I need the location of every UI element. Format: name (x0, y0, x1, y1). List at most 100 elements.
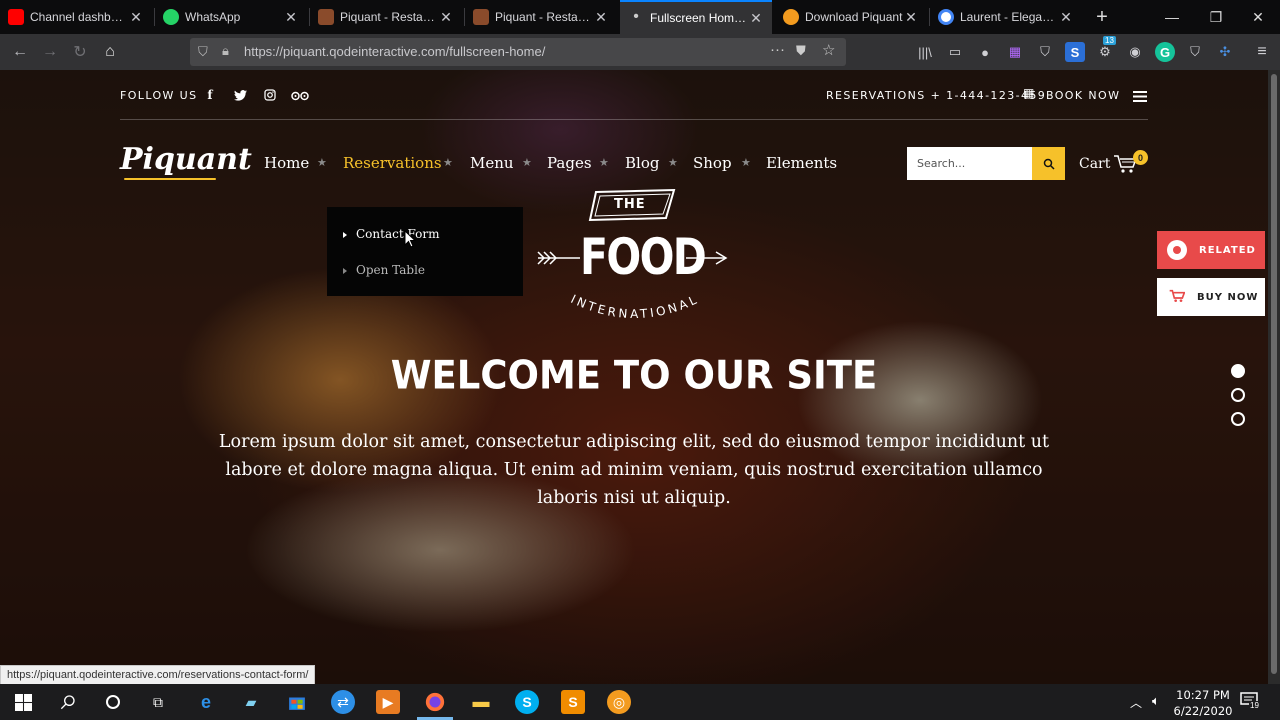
tab-title: Laurent - Elegant Re (960, 10, 1058, 24)
piquant-favicon (318, 9, 334, 25)
extension-icon[interactable]: ▦ (1005, 42, 1025, 62)
sublime-icon[interactable]: S (561, 690, 585, 714)
twitter-icon[interactable] (232, 87, 248, 103)
restore-icon[interactable]: ❐ (1194, 0, 1238, 34)
firefox-icon[interactable] (423, 690, 447, 714)
tab-title: Channel dashboard – YouTube (30, 10, 128, 24)
extension-icon[interactable]: ⛉ (1185, 42, 1205, 62)
search-icon[interactable] (56, 690, 80, 714)
logo-underline (124, 178, 216, 180)
extension-icon[interactable]: ✣ (1215, 42, 1235, 62)
book-now-link[interactable]: BOOK NOW (1046, 89, 1120, 102)
extension-icon[interactable]: ⚙ 13 (1095, 36, 1116, 62)
menu-item-reservations[interactable]: Reservations (343, 154, 442, 172)
youtube-icon (8, 9, 24, 25)
close-icon[interactable]: ✕ (128, 9, 144, 26)
tab-fullscreen-home[interactable]: • Fullscreen Home – P ✕ (620, 0, 772, 34)
windows-start-icon[interactable] (11, 690, 35, 714)
app-icon[interactable]: ▰ (239, 690, 263, 714)
star-icon: ★ (668, 157, 678, 169)
home-icon[interactable]: ⌂ (97, 40, 123, 64)
media-player-icon[interactable]: ▶ (376, 690, 400, 714)
new-tab-plus-icon[interactable]: + (1080, 0, 1124, 34)
bookmark-star-icon[interactable]: ☆ (822, 41, 835, 59)
tab-whatsapp[interactable]: WhatsApp ✕ (155, 0, 307, 34)
extension-icon[interactable]: S (1065, 42, 1085, 62)
tripadvisor-icon[interactable] (290, 87, 310, 103)
reload-icon[interactable]: ↻ (67, 40, 93, 64)
browser-nav-bar: ← → ↻ ⌂ ⛉ 🔒︎ https://piquant.qodeinterac… (0, 34, 1280, 70)
close-icon[interactable]: ✕ (438, 9, 454, 26)
svg-text:INTERNATIONAL: INTERNATIONAL (569, 292, 702, 321)
url-text: https://piquant.qodeinteractive.com/full… (244, 44, 546, 59)
tab-piquant-2[interactable]: Piquant - Restaurant ✕ (465, 0, 617, 34)
menu-item-menu[interactable]: Menu (470, 154, 514, 172)
notifications-icon[interactable]: 19 (1240, 692, 1264, 712)
star-icon: ★ (317, 157, 327, 169)
minimize-icon[interactable]: — (1150, 0, 1194, 34)
hamburger-menu-icon[interactable]: ≡ (1252, 42, 1272, 62)
window-close-icon[interactable]: ✕ (1236, 0, 1280, 34)
skype-icon[interactable]: S (515, 690, 539, 714)
menu-item-pages[interactable]: Pages (547, 154, 592, 172)
menu-item-home[interactable]: Home (264, 154, 309, 172)
buy-now-button[interactable]: BUY NOW (1157, 278, 1265, 316)
extension-badge: 13 (1103, 36, 1116, 45)
search-input[interactable] (907, 147, 1032, 180)
account-icon[interactable]: ● (975, 42, 995, 62)
url-bar[interactable]: ⛉ 🔒︎ https://piquant.qodeinteractive.com… (190, 38, 846, 66)
sidebar-icon[interactable]: ▭ (945, 42, 965, 62)
badge-international: INTERNATIONAL (569, 292, 702, 321)
close-icon[interactable]: ✕ (283, 9, 299, 26)
tab-laurent[interactable]: Laurent - Elegant Re ✕ (930, 0, 1082, 34)
menu-item-elements[interactable]: Elements (766, 154, 837, 172)
edge-icon[interactable]: e (194, 690, 218, 714)
tab-title: Piquant - Restaurant (340, 10, 438, 24)
page-scrollbar[interactable] (1268, 70, 1280, 684)
volume-icon[interactable]: 🔈︎ (1152, 693, 1160, 709)
store-icon[interactable] (285, 690, 309, 714)
close-icon[interactable]: ✕ (748, 10, 764, 27)
teamviewer-icon[interactable]: ⇄ (331, 690, 355, 714)
file-explorer-icon[interactable]: ▬ (469, 690, 493, 714)
piquant-favicon (473, 9, 489, 25)
menu-item-shop[interactable]: Shop (693, 154, 732, 172)
extension-icon[interactable]: ⛉ (1035, 42, 1055, 62)
dropdown-item-contact-form[interactable]: Contact Form (343, 227, 439, 241)
back-icon[interactable]: ← (7, 40, 33, 64)
tab-piquant-1[interactable]: Piquant - Restaurant ✕ (310, 0, 462, 34)
extension-icon[interactable]: ◉ (1125, 42, 1145, 62)
cortana-icon[interactable] (101, 690, 125, 714)
menu-item-blog[interactable]: Blog (625, 154, 659, 172)
hamburger-icon[interactable] (1133, 89, 1147, 102)
tab-youtube[interactable]: Channel dashboard – YouTube ✕ (0, 0, 152, 34)
app-icon[interactable]: ◎ (607, 690, 631, 714)
pocket-icon[interactable]: ⛊ (796, 43, 806, 59)
search-button[interactable] (1032, 147, 1065, 180)
library-icon[interactable]: |||\ (915, 42, 935, 62)
status-link-preview: https://piquant.qodeinteractive.com/rese… (0, 665, 316, 685)
forward-icon[interactable]: → (37, 40, 63, 64)
header-divider (120, 119, 1148, 120)
slide-dot-1[interactable] (1231, 364, 1245, 378)
caret-right-icon (343, 231, 347, 238)
cart-label[interactable]: Cart (1079, 156, 1110, 172)
reservations-phone[interactable]: RESERVATIONS + 1-444-123-459 (826, 89, 1046, 102)
close-icon[interactable]: ✕ (903, 9, 919, 26)
grammarly-icon[interactable]: G (1155, 42, 1175, 62)
reservations-dropdown: Contact Form Open Table (327, 207, 523, 296)
slide-dot-3[interactable] (1231, 412, 1245, 426)
task-view-icon[interactable]: ⧉ (146, 690, 170, 714)
chevron-up-icon[interactable]: ︿ (1130, 694, 1142, 711)
instagram-icon[interactable] (262, 87, 278, 103)
slide-dot-2[interactable] (1231, 388, 1245, 402)
related-button[interactable]: RELATED (1157, 231, 1265, 269)
dropdown-item-open-table[interactable]: Open Table (343, 263, 425, 277)
site-logo[interactable]: Piquant (120, 142, 252, 177)
taskbar-clock[interactable]: 10:27 PM 6/22/2020 (1172, 687, 1234, 719)
more-actions-icon[interactable]: ··· (770, 41, 785, 58)
close-icon[interactable]: ✕ (593, 9, 609, 26)
facebook-icon[interactable]: f (202, 87, 218, 103)
tab-download-piquant[interactable]: Download Piquant ✕ (775, 0, 927, 34)
close-icon[interactable]: ✕ (1058, 9, 1074, 26)
